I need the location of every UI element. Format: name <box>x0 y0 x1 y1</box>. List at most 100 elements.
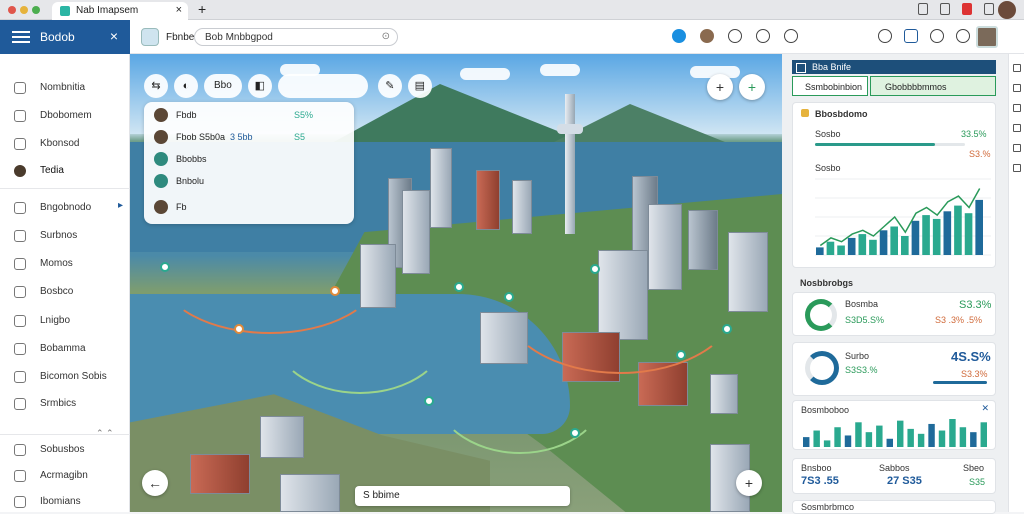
measure-icon[interactable]: ✎ <box>377 74 402 98</box>
panel-row[interactable]: Fb <box>154 200 344 218</box>
route-icon[interactable]: ⇆ <box>144 74 168 98</box>
map-filter-pill[interactable] <box>277 74 368 98</box>
clock-icon[interactable] <box>728 29 742 43</box>
kpi-card-2[interactable]: Surbo 4S.S% S3S3.% S3.3% <box>792 342 996 396</box>
zoom-in-button[interactable]: + <box>736 470 762 496</box>
kpi-ring-icon <box>805 299 837 331</box>
sidebar-item-7[interactable]: Momos <box>14 258 73 272</box>
snapshot-icon[interactable]: ▤ <box>407 74 432 98</box>
panel-row[interactable]: Fbdb S5% <box>154 108 344 126</box>
chart-bar <box>964 213 973 255</box>
filter-icon[interactable]: ◐ <box>174 74 198 98</box>
browser-tab[interactable]: Nab Imapsem × <box>52 2 188 20</box>
play-icon[interactable] <box>672 29 686 43</box>
map-marker[interactable] <box>570 428 580 438</box>
sidebar-icon <box>14 496 26 508</box>
panel-icon[interactable] <box>1012 144 1021 152</box>
avatar <box>154 174 168 188</box>
sidebar-item-2[interactable]: Dbobomem <box>14 110 92 124</box>
city-map-view[interactable]: ⇆ ◐ Bbo ◧ ✎ ▤ Fbdb S5% Fbob S5b0a 3 5bb S5 … <box>130 54 782 512</box>
close-window-icon[interactable] <box>8 6 16 14</box>
stat-label: Sbeo <box>963 463 985 473</box>
notification-icon[interactable] <box>962 3 972 15</box>
new-tab-icon[interactable]: + <box>198 1 206 17</box>
chart-bar <box>834 427 841 447</box>
help-icon[interactable] <box>956 29 970 43</box>
sidebar-item-3[interactable]: Kbonsod <box>14 138 79 152</box>
chart-bar <box>879 230 888 255</box>
search-input[interactable]: Bob Mnbbgpod ⊙ <box>194 28 398 46</box>
bookmark-icon[interactable] <box>918 3 928 15</box>
expand-arrow-icon[interactable]: ▸ <box>118 200 123 211</box>
user-avatar-icon[interactable] <box>700 29 714 43</box>
add-route-button[interactable]: + <box>739 74 765 100</box>
stats-card[interactable]: Bnsboo Sabbos Sbeo 7S3 .55 27 S35 S35 <box>792 458 996 494</box>
add-location-button[interactable]: + <box>707 74 733 100</box>
map-marker[interactable] <box>722 324 732 334</box>
globe-icon[interactable] <box>930 29 944 43</box>
avatar <box>154 130 168 144</box>
panel-icon[interactable] <box>1012 104 1021 112</box>
sidebar-item-14[interactable]: Acrmagibn <box>14 470 88 484</box>
sidebar-item-12[interactable]: Srmbics <box>14 398 76 412</box>
kpi-card-1[interactable]: Bosmba S3.3% S3D5.S% S3 .3% .5% <box>792 292 996 336</box>
layers-icon[interactable] <box>904 29 918 43</box>
map-marker[interactable] <box>504 292 514 302</box>
map-marker[interactable] <box>330 286 340 296</box>
map-mode-pill[interactable]: Bbo <box>204 74 242 98</box>
panel-icon[interactable] <box>1012 124 1021 132</box>
back-button[interactable]: ← <box>142 470 168 496</box>
section-title: Bbosbdomo <box>815 109 868 119</box>
maximize-window-icon[interactable] <box>32 6 40 14</box>
clear-search-icon[interactable]: ⊙ <box>382 31 390 42</box>
map-marker[interactable] <box>424 396 434 406</box>
close-sidebar-icon[interactable]: × <box>110 28 118 44</box>
chart-label: Bosmboboo <box>801 405 850 415</box>
sidebar-item-10[interactable]: Bobamma <box>14 343 86 357</box>
sidebar-item-6[interactable]: Surbnos <box>14 230 77 244</box>
close-card-icon[interactable]: ✕ <box>981 403 989 414</box>
sidebar-item-label: Lnigbo <box>40 315 71 326</box>
sidebar-item-5[interactable]: Bngobnodo <box>14 202 91 216</box>
map-marker[interactable] <box>234 324 244 334</box>
map-building <box>512 180 532 234</box>
minimize-window-icon[interactable] <box>20 6 28 14</box>
cloud-icon[interactable] <box>756 29 770 43</box>
sidebar-icon <box>14 398 26 410</box>
panel-row[interactable]: Fbob S5b0a 3 5bb S5 <box>154 130 344 148</box>
panel-row[interactable]: Bbobbs <box>154 152 344 170</box>
stat-value: 7S3 .55 <box>801 475 839 487</box>
chart-bar <box>813 430 820 447</box>
tab-2[interactable]: Gbobbbbmmos <box>870 76 996 96</box>
lock-icon[interactable]: ◧ <box>247 74 272 98</box>
sidebar-item-4[interactable]: Tedia <box>14 165 64 179</box>
map-search-field[interactable]: S bbime <box>355 486 570 506</box>
close-tab-icon[interactable]: × <box>176 4 182 16</box>
sidebar-item-8[interactable]: Bosbco <box>14 286 73 300</box>
sidebar-item-11[interactable]: Bicomon Sobis <box>14 371 107 385</box>
map-marker[interactable] <box>676 350 686 360</box>
hamburger-menu-icon[interactable] <box>12 31 30 43</box>
settings-icon[interactable] <box>984 3 994 15</box>
chart-bar <box>890 226 898 255</box>
map-marker[interactable] <box>590 264 600 274</box>
sidebar-item-9[interactable]: Lnigbo <box>14 315 70 329</box>
tab-1[interactable]: Ssmbobinbion <box>792 76 868 96</box>
map-cloud <box>460 68 510 80</box>
browser-profile-avatar[interactable] <box>998 1 1016 19</box>
sidebar-item-1[interactable]: Nombnitia <box>14 82 85 96</box>
chart-bar <box>922 215 930 255</box>
sidebar-item-15[interactable]: Ibomians <box>14 496 81 510</box>
user-avatar[interactable] <box>976 26 998 48</box>
history-icon[interactable] <box>940 3 950 15</box>
chart-bar <box>858 234 867 255</box>
panel-icon[interactable] <box>1012 84 1021 92</box>
panel-row[interactable]: Bnbolu <box>154 174 344 192</box>
refresh-icon[interactable] <box>784 29 798 43</box>
map-marker[interactable] <box>454 282 464 292</box>
search-icon[interactable] <box>878 29 892 43</box>
panel-icon[interactable] <box>1012 64 1021 72</box>
map-marker[interactable] <box>160 262 170 272</box>
panel-icon[interactable] <box>1012 164 1021 172</box>
sidebar-item-13[interactable]: Sobusbos <box>14 444 84 458</box>
